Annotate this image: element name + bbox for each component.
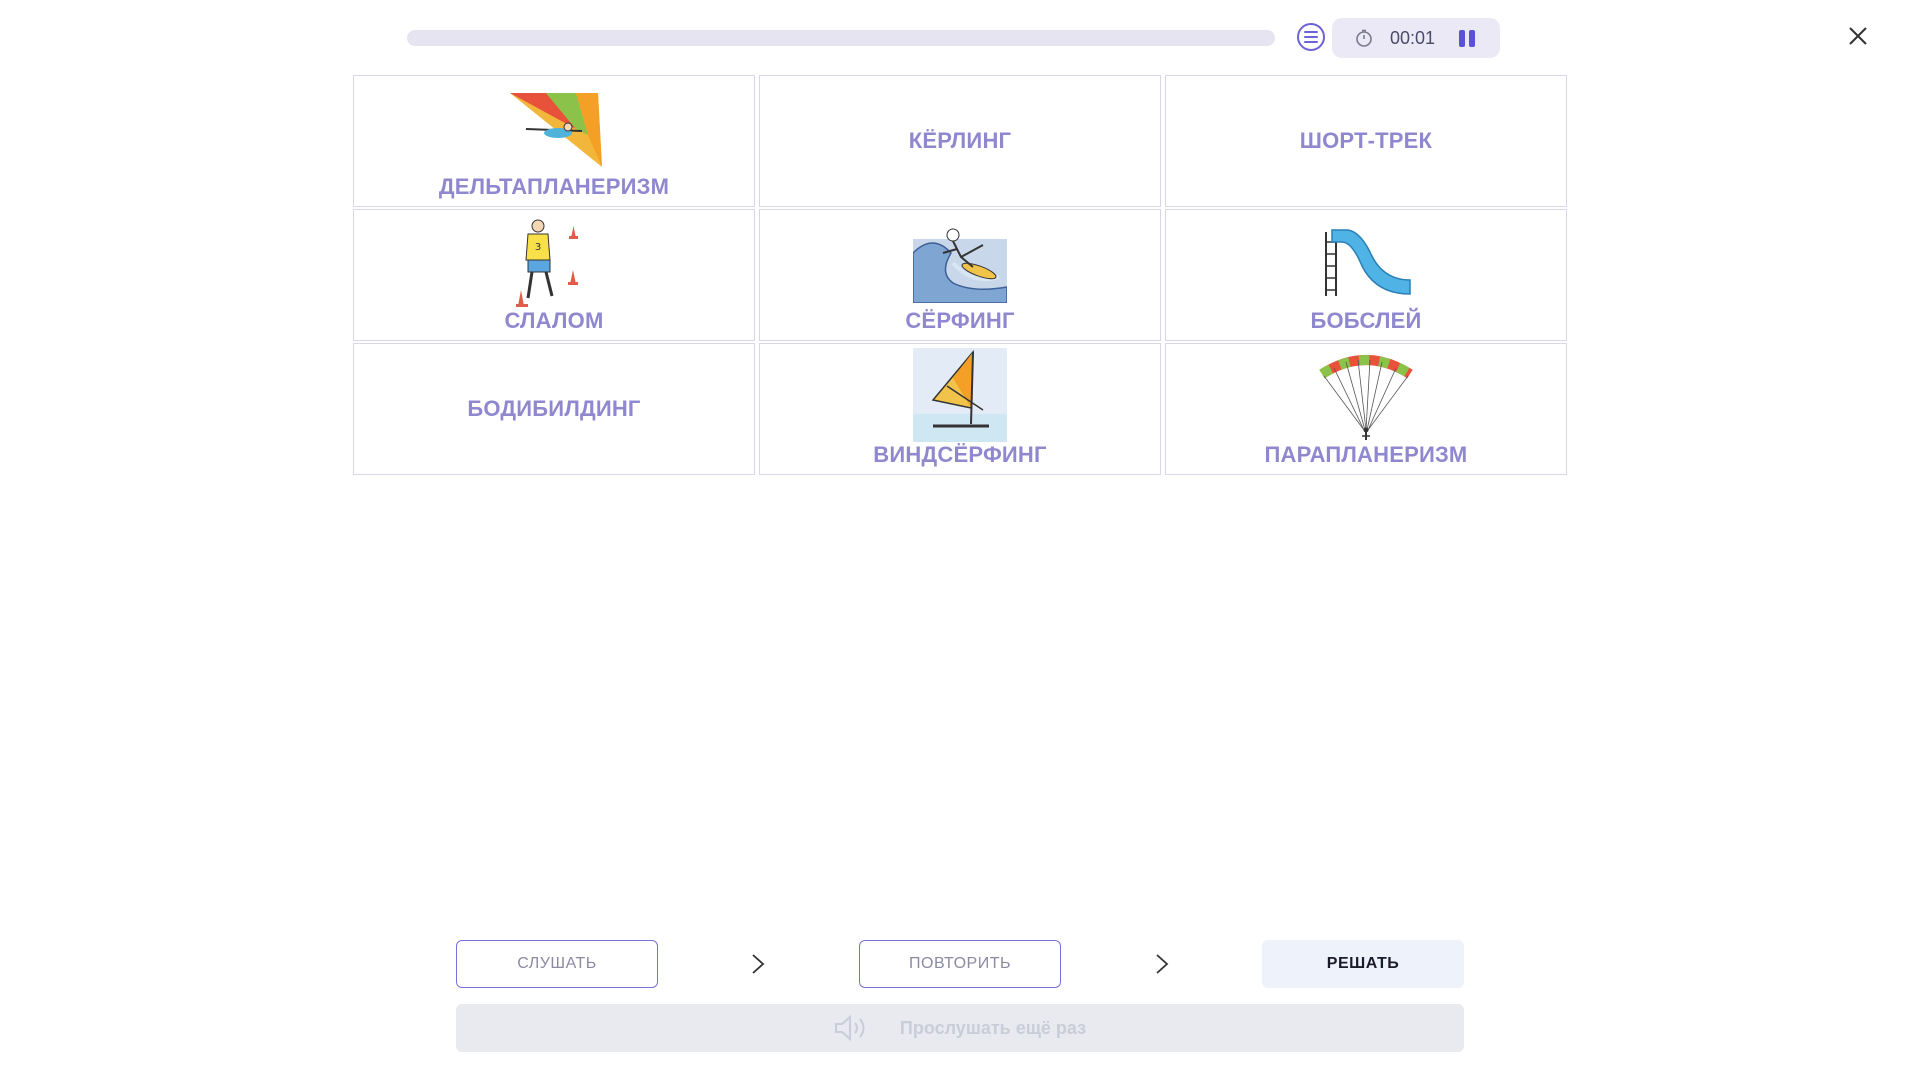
card-paragliding[interactable]: ПАРАПЛАНЕРИЗМ xyxy=(1165,343,1567,475)
card-label: СЁРФИНГ xyxy=(905,308,1015,333)
card-label: БОБСЛЕЙ xyxy=(1310,308,1422,333)
card-label: КЁРЛИНГ xyxy=(908,128,1012,153)
card-bodybuilding[interactable]: БОДИБИЛДИНГ xyxy=(353,343,755,475)
exercise-screen: 00:01 ДЕЛЬТАПЛАНЕРИЗМ КЁРЛИНГ ШОРТ-ТРЕК … xyxy=(0,0,1920,1080)
timer-panel: 00:01 xyxy=(1332,18,1500,58)
pause-icon-bar xyxy=(1469,29,1476,47)
svg-text:3: 3 xyxy=(535,242,541,253)
speaker-icon xyxy=(834,1014,870,1042)
chevron-right-icon xyxy=(752,954,765,974)
card-hang-gliding[interactable]: ДЕЛЬТАПЛАНЕРИЗМ xyxy=(353,75,755,207)
close-icon xyxy=(1849,27,1867,45)
card-curling[interactable]: КЁРЛИНГ xyxy=(759,75,1161,207)
progress-bar xyxy=(407,30,1275,46)
list-icon xyxy=(1304,31,1318,43)
card-short-track[interactable]: ШОРТ-ТРЕК xyxy=(1165,75,1567,207)
pause-button[interactable] xyxy=(1457,28,1477,48)
card-surfing[interactable]: СЁРФИНГ xyxy=(759,209,1161,341)
card-label: БОДИБИЛДИНГ xyxy=(467,396,641,421)
card-slalom[interactable]: 3 СЛАЛОМ xyxy=(353,209,755,341)
card-label: ВИНДСЁРФИНГ xyxy=(873,442,1047,467)
listen-button[interactable]: СЛУШАТЬ xyxy=(456,940,658,988)
close-button[interactable] xyxy=(1846,24,1870,48)
paraglider-icon xyxy=(1318,352,1414,442)
slide-icon xyxy=(1318,218,1414,308)
slalom-icon: 3 xyxy=(506,216,602,308)
replay-label: Прослушать ещё раз xyxy=(899,1017,1087,1038)
card-label: ДЕЛЬТАПЛАНЕРИЗМ xyxy=(438,174,670,199)
solve-button[interactable]: РЕШАТЬ xyxy=(1262,940,1464,988)
timer-value: 00:01 xyxy=(1390,27,1436,48)
card-bobsleigh[interactable]: БОБСЛЕЙ xyxy=(1165,209,1567,341)
card-windsurfing[interactable]: ВИНДСЁРФИНГ xyxy=(759,343,1161,475)
stopwatch-icon xyxy=(1354,28,1374,48)
windsurfing-icon xyxy=(912,348,1008,442)
card-label: ПАРАПЛАНЕРИЗМ xyxy=(1264,442,1468,467)
repeat-button[interactable]: ПОВТОРИТЬ xyxy=(859,940,1061,988)
hang-glider-icon xyxy=(506,84,602,174)
replay-button[interactable]: Прослушать ещё раз xyxy=(456,1004,1464,1052)
card-label: СЛАЛОМ xyxy=(504,308,604,333)
pause-icon-bar xyxy=(1459,29,1466,47)
answer-grid: ДЕЛЬТАПЛАНЕРИЗМ КЁРЛИНГ ШОРТ-ТРЕК 3 СЛАЛ… xyxy=(353,75,1567,475)
chevron-right-icon xyxy=(1156,954,1169,974)
card-label: ШОРТ-ТРЕК xyxy=(1299,128,1433,153)
task-list-button[interactable] xyxy=(1297,23,1325,51)
surfing-icon xyxy=(912,218,1008,308)
